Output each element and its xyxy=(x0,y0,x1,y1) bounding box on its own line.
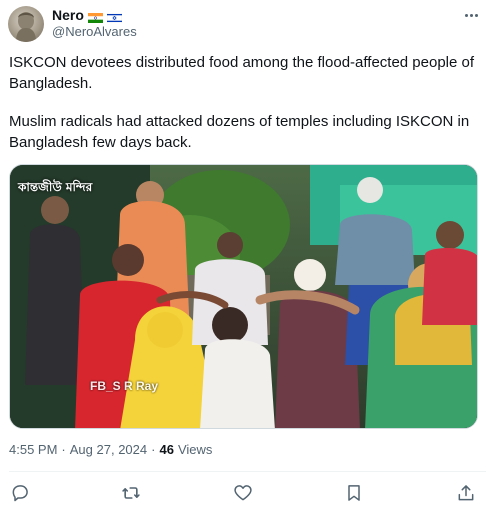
views-label: Views xyxy=(177,442,213,457)
tweet-date[interactable]: Aug 27, 2024 xyxy=(70,442,147,457)
views-count: 46 xyxy=(159,442,174,457)
avatar[interactable] xyxy=(8,6,44,42)
tweet-metadata: 4:55 PM · Aug 27, 2024 · 46 Views xyxy=(9,442,212,457)
tweet-text: ISKCON devotees distributed food among t… xyxy=(9,52,479,153)
tweet-card: Nero @NeroAlvares ISKCON devotees distri… xyxy=(0,0,495,508)
video-watermark: FB_S R Ray xyxy=(90,379,159,393)
retweet-icon[interactable] xyxy=(119,481,143,505)
meta-separator: · xyxy=(61,442,66,457)
meta-separator: · xyxy=(151,442,156,457)
tweet-paragraph: Muslim radicals had attacked dozens of t… xyxy=(9,113,470,151)
israel-flag-icon xyxy=(106,10,123,24)
author-display-name[interactable]: Nero xyxy=(52,7,84,23)
more-options-icon[interactable] xyxy=(461,8,481,22)
india-flag-icon xyxy=(87,10,103,23)
video-frame xyxy=(10,165,477,428)
action-bar xyxy=(0,481,495,507)
tweet-paragraph: ISKCON devotees distributed food among t… xyxy=(9,54,475,92)
share-icon[interactable] xyxy=(454,481,478,505)
video-location-overlay: কান্তজীউ মন্দির xyxy=(18,180,93,194)
divider xyxy=(9,471,486,472)
like-icon[interactable] xyxy=(231,481,255,505)
author-name-row: Nero xyxy=(52,6,123,24)
tweet-time[interactable]: 4:55 PM xyxy=(9,442,57,457)
bookmark-icon[interactable] xyxy=(342,481,366,505)
author-handle[interactable]: @NeroAlvares xyxy=(52,24,137,39)
reply-icon[interactable] xyxy=(8,481,32,505)
tweet-video[interactable]: কান্তজীউ মন্দির FB_S R Ray xyxy=(9,164,478,429)
avatar-bust-image xyxy=(16,12,36,42)
